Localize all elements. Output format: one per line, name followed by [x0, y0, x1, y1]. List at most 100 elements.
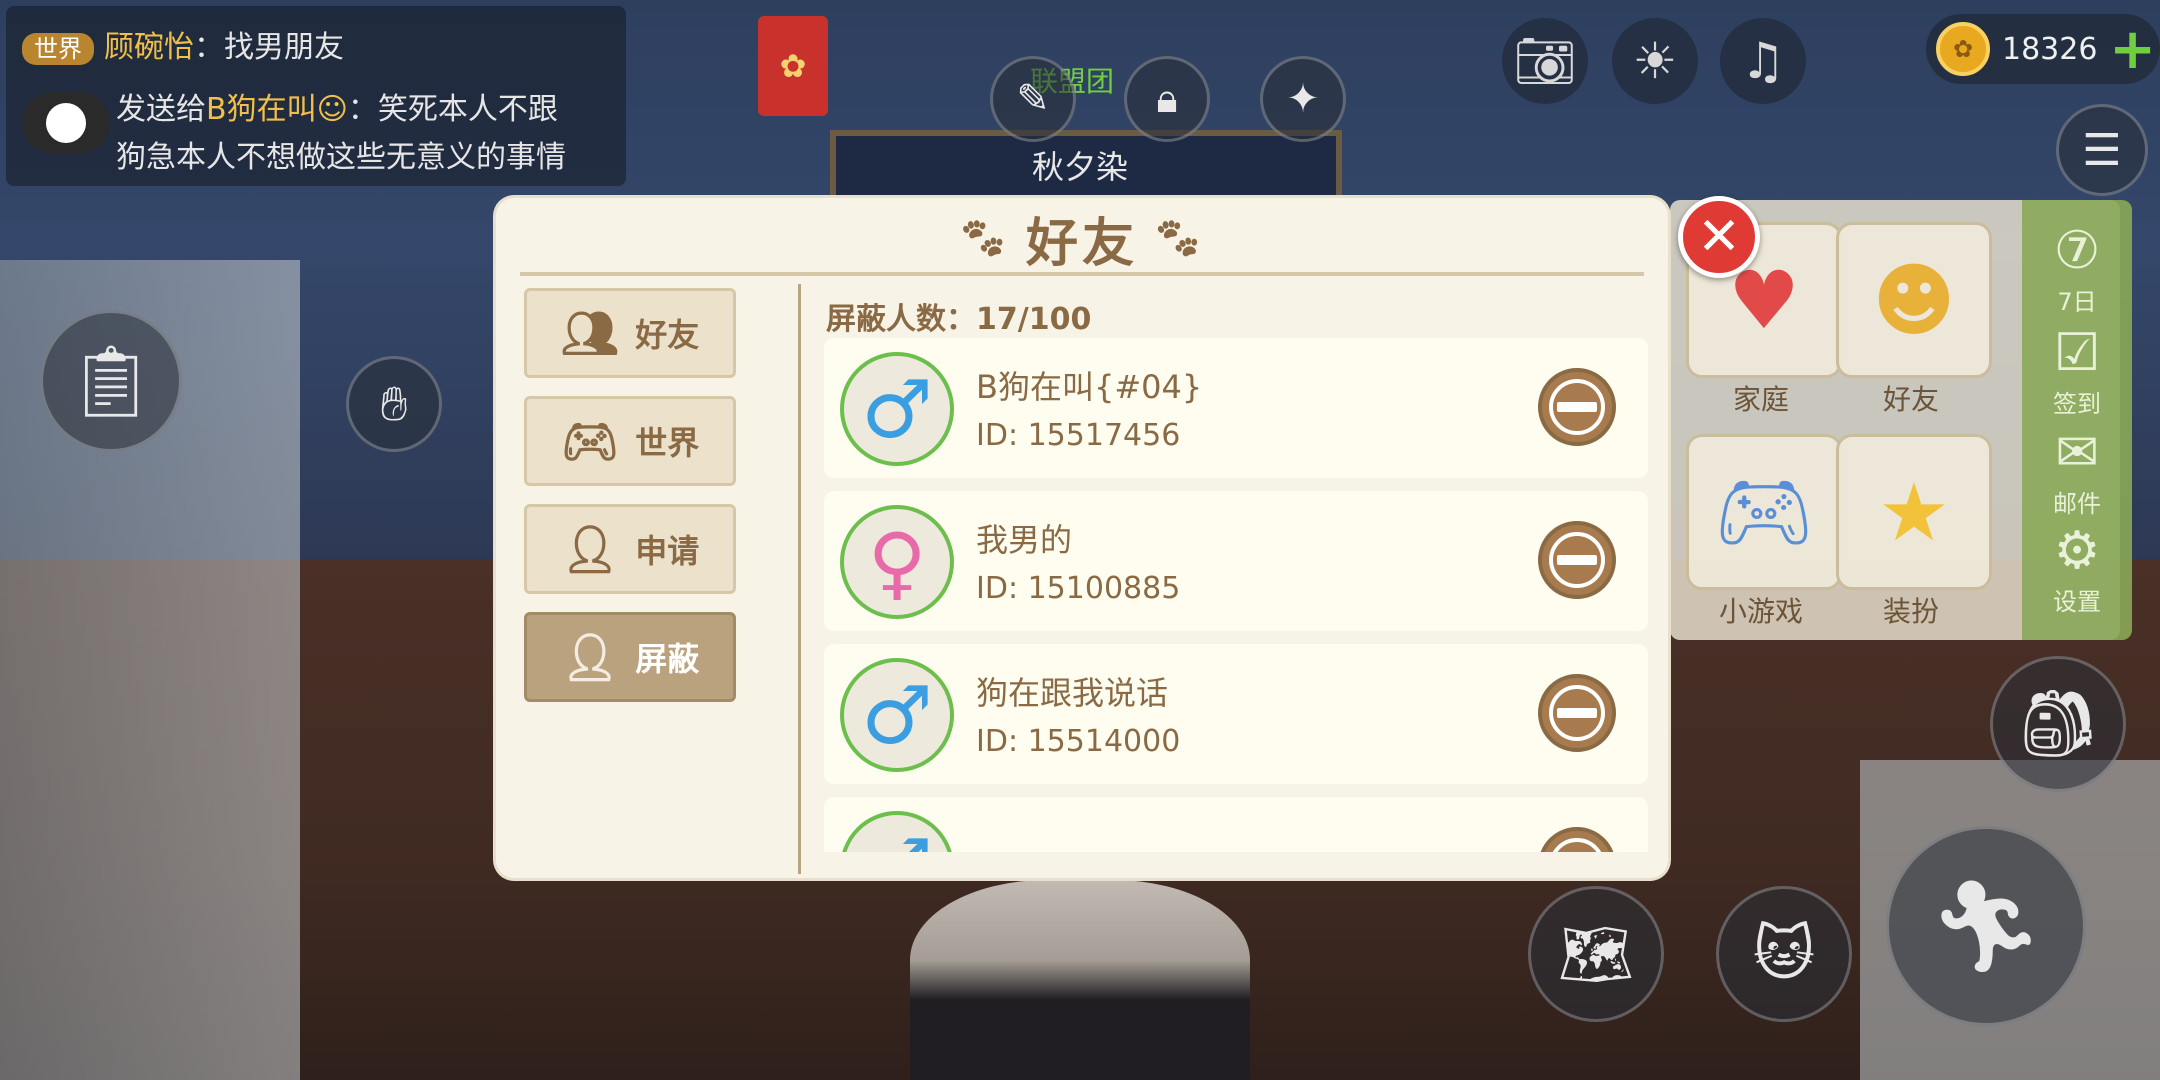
sidebar-divider: [798, 284, 801, 874]
menu-tile-minigame[interactable]: 🎮︎ 小游戏: [1686, 434, 1842, 630]
chat-panel[interactable]: 世界 顾碗怡：找男朋友 发送给B狗在叫☺：笑死本人不跟 狗急本人不想做这些无意义的…: [6, 6, 626, 186]
menu-tile-label: 好友: [1882, 383, 1939, 416]
dialog-title-bar: 🐾︎ 好友 🐾︎: [496, 198, 1668, 278]
mail-button[interactable]: ✉ 邮件: [2022, 422, 2132, 519]
add-user-icon: 👤︎: [560, 521, 620, 576]
paw-icon: 🐾︎: [1152, 215, 1207, 262]
paw-icon: 🐾︎: [957, 215, 1012, 262]
menu-tile-friends[interactable]: ☻ 好友: [1836, 222, 1992, 418]
user-id: ID: 15517456: [976, 418, 1181, 453]
brightness-icon[interactable]: ☀: [1612, 18, 1698, 104]
user-name: 狗在跟我说话: [976, 674, 1169, 712]
tab-label: 好友: [635, 316, 700, 354]
settings-button[interactable]: ⚙ 设置: [2022, 520, 2132, 617]
music-icon[interactable]: ♫: [1720, 18, 1806, 104]
wave-hand-icon[interactable]: ✋︎: [346, 356, 442, 452]
lock-icon[interactable]: 🔒︎: [1124, 56, 1210, 142]
record-toggle[interactable]: [22, 92, 110, 154]
strip-label: 设置: [2053, 588, 2101, 616]
menu-tile-label: 小游戏: [1718, 595, 1803, 628]
chat-prefix: 发送给: [116, 92, 206, 127]
minus-circle-icon: [1549, 685, 1605, 741]
unblock-button[interactable]: [1538, 521, 1616, 599]
magic-wand-icon: ★: [1836, 434, 1992, 590]
gamepad-icon: 🎮︎: [560, 413, 620, 468]
tab-world[interactable]: 🎮︎ 世界: [524, 396, 736, 486]
gear-icon: ⚙: [2053, 521, 2101, 581]
female-icon: ♀: [840, 505, 954, 619]
jump-icon[interactable]: 🏃︎: [1886, 826, 2086, 1026]
minus-circle-icon: [1549, 838, 1605, 852]
add-coins-button[interactable]: +: [2109, 17, 2156, 82]
cat-emote-icon[interactable]: 🐱︎: [1716, 886, 1852, 1022]
channel-badge: 世界: [22, 32, 94, 65]
menu-tile-dressup[interactable]: ★ 装扮: [1836, 434, 1992, 630]
camera-icon[interactable]: 📷︎: [1502, 18, 1588, 104]
dialog-sidebar: 👥︎ 好友 🎮︎ 世界 👤︎ 申请 👤︎ 屏蔽: [524, 288, 746, 720]
chat-message: ：笑死本人不跟: [347, 92, 558, 127]
user-name: 我男的: [976, 521, 1073, 559]
list-item: ♀ 我男的 ID: 15100885: [824, 491, 1648, 631]
tab-label: 世界: [635, 424, 700, 462]
menu-tile-label: 装扮: [1882, 595, 1939, 628]
user-name: B狗在叫{#04}: [976, 368, 1203, 406]
male-icon: ♂: [840, 658, 954, 772]
tab-blocked[interactable]: 👤︎ 屏蔽: [524, 612, 736, 702]
minus-circle-icon: [1549, 379, 1605, 435]
strip-label: 签到: [2053, 390, 2101, 418]
menu-tile-label: 家庭: [1732, 383, 1789, 416]
user-id: ID: 15100885: [976, 571, 1181, 606]
blocked-list[interactable]: ♂ B狗在叫{#04} ID: 15517456 ♀ 我男的 ID: 15100…: [824, 338, 1648, 852]
chat-username[interactable]: 顾碗怡: [104, 30, 194, 65]
coin-icon: ✿: [1936, 22, 1990, 76]
title-divider: [520, 272, 1644, 276]
unblock-button[interactable]: [1538, 368, 1616, 446]
chat-line-2: 发送给B狗在叫☺：笑死本人不跟: [116, 88, 558, 132]
tab-requests[interactable]: 👤︎ 申请: [524, 504, 736, 594]
mail-icon: ✉: [2055, 423, 2099, 483]
list-item: ♂ B狗在叫{#04} ID: 15517456: [824, 338, 1648, 478]
menu-list-icon[interactable]: ☰: [2056, 104, 2148, 196]
blocked-count: 屏蔽人数：17/100: [826, 302, 1092, 337]
unblock-button[interactable]: [1538, 827, 1616, 852]
list-item: ♂: [824, 797, 1648, 852]
dialog-title: 好友: [1025, 213, 1138, 274]
male-icon: ♂: [840, 811, 954, 852]
seven-day-button[interactable]: ⑦ 7日: [2022, 220, 2132, 317]
tab-label: 屏蔽: [635, 640, 700, 678]
user-id: ID: 15514000: [976, 724, 1181, 759]
close-button[interactable]: ✕: [1678, 196, 1760, 278]
strip-label: 邮件: [2053, 490, 2101, 518]
chat-line-3: 狗急本人不想做这些无意义的事情: [116, 140, 566, 175]
unblock-button[interactable]: [1538, 674, 1616, 752]
checkin-button[interactable]: ☑ 签到: [2022, 322, 2132, 419]
edit-icon[interactable]: ✎: [990, 56, 1076, 142]
seven-day-icon: ⑦: [2053, 221, 2101, 281]
map-icon[interactable]: 🗺︎: [1528, 886, 1664, 1022]
red-envelope-icon[interactable]: ✿: [758, 16, 828, 116]
record-dot-icon: [46, 103, 86, 143]
strip-label: 7日: [2057, 288, 2097, 316]
tab-label: 申请: [635, 532, 700, 570]
male-icon: ♂: [840, 352, 954, 466]
coin-value: 18326: [2002, 31, 2098, 67]
chat-username[interactable]: B狗在叫: [206, 92, 317, 127]
list-item: ♂ 狗在跟我说话 ID: 15514000: [824, 644, 1648, 784]
chat-line-1: 世界 顾碗怡：找男朋友: [22, 26, 344, 70]
block-user-icon: 👤︎: [560, 629, 620, 684]
close-icon: ✕: [1697, 207, 1741, 267]
gamepad-icon: 🎮︎: [1686, 434, 1842, 590]
tab-friends[interactable]: 👥︎ 好友: [524, 288, 736, 378]
task-list-icon[interactable]: 📋︎: [40, 310, 182, 452]
minus-circle-icon: [1549, 532, 1605, 588]
friends-dialog: 🐾︎ 好友 🐾︎ 👥︎ 好友 🎮︎ 世界 👤︎ 申请 👤︎ 屏蔽 屏蔽人数：17…: [496, 198, 1668, 878]
chat-message: ：找男朋友: [194, 30, 344, 65]
sparkle-icon[interactable]: ✦: [1260, 56, 1346, 142]
player-character: [910, 880, 1250, 1080]
backpack-icon[interactable]: 🎒︎: [1990, 656, 2126, 792]
coin-balance: ✿ 18326 +: [1926, 14, 2160, 84]
friends-icon: ☻: [1836, 222, 1992, 378]
player-name-tag: 秋夕染: [1032, 148, 1129, 186]
friends-icon: 👥︎: [560, 305, 620, 360]
calendar-check-icon: ☑: [2053, 323, 2101, 383]
